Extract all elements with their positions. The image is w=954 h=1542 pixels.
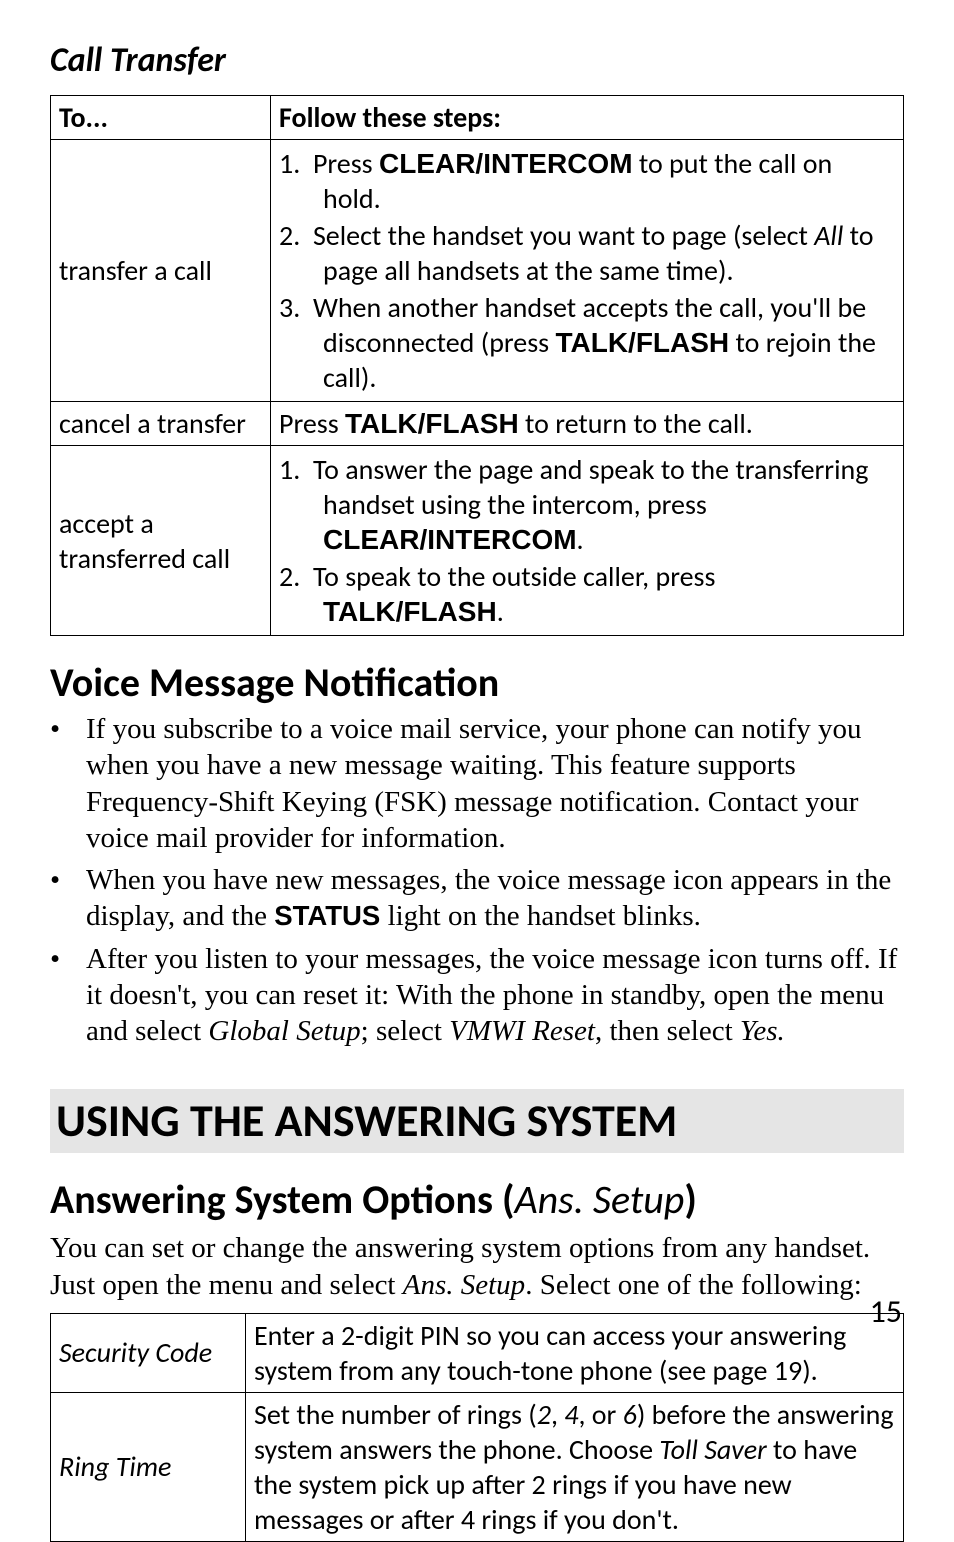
header-to: To... (51, 96, 271, 140)
call-transfer-heading: Call Transfer (50, 40, 904, 81)
list-item: After you listen to your messages, the v… (50, 941, 904, 1050)
table-row: cancel a transfer Press TALK/FLASH to re… (51, 402, 904, 446)
answering-options-table: Security Code Enter a 2-digit PIN so you… (50, 1313, 904, 1542)
using-answering-heading: USING THE ANSWERING SYSTEM (50, 1089, 904, 1153)
option-label: Ring Time (51, 1392, 246, 1541)
step: 1. To answer the page and speak to the t… (279, 452, 895, 557)
table-header-row: To... Follow these steps: (51, 96, 904, 140)
page-number: 15 (870, 1292, 902, 1331)
row-label: cancel a transfer (51, 402, 271, 446)
call-transfer-table: To... Follow these steps: transfer a cal… (50, 95, 904, 636)
table-row: Ring Time Set the number of rings (2, 4,… (51, 1392, 904, 1541)
row-steps: 1. Press CLEAR/INTERCOM to put the call … (271, 140, 904, 402)
option-desc: Set the number of rings (2, 4, or 6) bef… (246, 1392, 904, 1541)
row-steps: Press TALK/FLASH to return to the call. (271, 402, 904, 446)
step: 2. Select the handset you want to page (… (279, 218, 895, 288)
row-label: accept a transferred call (51, 446, 271, 636)
table-row: Security Code Enter a 2-digit PIN so you… (51, 1313, 904, 1392)
list-item: If you subscribe to a voice mail service… (50, 711, 904, 856)
option-label: Security Code (51, 1313, 246, 1392)
step: 1. Press CLEAR/INTERCOM to put the call … (279, 146, 895, 216)
row-label: transfer a call (51, 140, 271, 402)
list-item: When you have new messages, the voice me… (50, 862, 904, 935)
option-desc: Enter a 2-digit PIN so you can access yo… (246, 1313, 904, 1392)
table-row: transfer a call 1. Press CLEAR/INTERCOM … (51, 140, 904, 402)
row-steps: 1. To answer the page and speak to the t… (271, 446, 904, 636)
table-row: accept a transferred call 1. To answer t… (51, 446, 904, 636)
voice-message-heading: Voice Message Notification (50, 658, 904, 707)
header-steps: Follow these steps: (271, 96, 904, 140)
voice-message-bullets: If you subscribe to a voice mail service… (50, 711, 904, 1049)
step: 3. When another handset accepts the call… (279, 290, 895, 395)
step: 2. To speak to the outside caller, press… (279, 559, 895, 629)
answering-options-heading: Answering System Options (Ans. Setup) (50, 1175, 904, 1224)
answering-options-intro: You can set or change the answering syst… (50, 1230, 904, 1303)
